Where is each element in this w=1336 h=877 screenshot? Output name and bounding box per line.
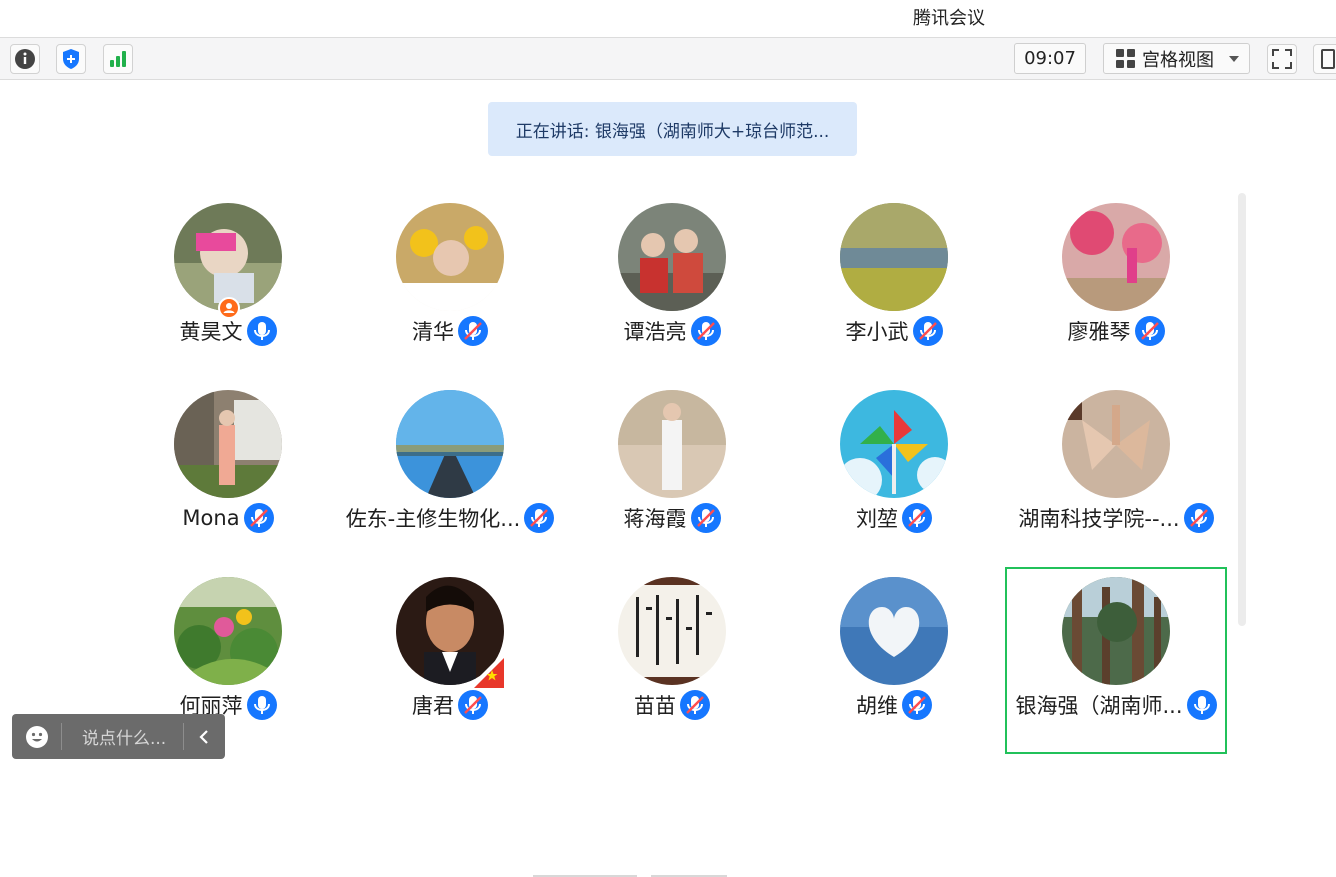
microphone-muted-icon[interactable] xyxy=(1134,316,1165,346)
participant-tile[interactable]: 胡维 xyxy=(783,567,1005,754)
active-speaker-banner: 正在讲话: 银海强（湖南师大+琼台师范... xyxy=(488,102,857,156)
participant-name: 苗苗 xyxy=(634,694,676,718)
participant-name-row: 黄昊文 xyxy=(117,314,339,348)
chat-input-bar[interactable]: 说点什么... xyxy=(12,714,225,759)
participant-name: 胡维 xyxy=(856,694,898,718)
avatar xyxy=(174,203,282,311)
avatar xyxy=(840,577,948,685)
chevron-left-icon[interactable] xyxy=(196,729,212,745)
participant-tile[interactable]: Mona xyxy=(117,380,339,567)
window-button[interactable] xyxy=(1313,44,1336,74)
microphone-muted-icon[interactable] xyxy=(458,316,488,346)
participant-tile[interactable]: 李小武 xyxy=(783,193,1005,380)
participant-tile[interactable]: 苗苗 xyxy=(561,567,783,754)
participant-name-row: 李小武 xyxy=(783,314,1005,348)
participant-name-row: 苗苗 xyxy=(561,688,783,722)
participant-name: 清华 xyxy=(412,320,454,344)
participant-name: 刘堃 xyxy=(856,507,898,531)
avatar xyxy=(840,390,948,498)
participant-name: 廖雅琴 xyxy=(1067,320,1131,344)
participant-name-row: 胡维 xyxy=(783,688,1005,722)
participant-name-row: Mona xyxy=(117,501,339,535)
participant-name: 谭浩亮 xyxy=(623,320,687,344)
participant-name-row: 蒋海霞 xyxy=(561,501,783,535)
security-button[interactable] xyxy=(56,44,86,74)
window-icon xyxy=(1321,49,1335,69)
participant-name: 黄昊文 xyxy=(179,320,243,344)
participant-name-row: 刘堃 xyxy=(783,501,1005,535)
window-title: 腾讯会议 xyxy=(913,8,985,29)
scrollbar[interactable] xyxy=(1238,193,1246,626)
meeting-timer: 09:07 xyxy=(1014,43,1086,74)
shield-icon xyxy=(63,49,79,69)
info-button[interactable] xyxy=(10,44,40,74)
fullscreen-button[interactable] xyxy=(1267,44,1297,74)
avatar xyxy=(1062,203,1170,311)
participant-name: 佐东-主修生物化... xyxy=(345,507,521,531)
avatar xyxy=(618,390,726,498)
participant-name: 湖南科技学院--... xyxy=(1018,507,1180,531)
microphone-icon[interactable] xyxy=(1186,690,1217,720)
microphone-muted-icon[interactable] xyxy=(902,690,932,720)
participant-name-row: 谭浩亮 xyxy=(561,314,783,348)
participant-tile[interactable]: 湖南科技学院--... xyxy=(1005,380,1227,567)
avatar xyxy=(174,390,282,498)
microphone-icon[interactable] xyxy=(246,690,277,720)
microphone-muted-icon[interactable] xyxy=(690,503,721,533)
participant-tile-active-speaker[interactable]: 银海强（湖南师... xyxy=(1005,567,1227,754)
avatar xyxy=(396,203,504,311)
participant-name-row: 廖雅琴 xyxy=(1005,314,1227,348)
avatar xyxy=(618,577,726,685)
microphone-muted-icon[interactable] xyxy=(1183,503,1214,533)
participant-name: Mona xyxy=(182,506,240,530)
title-bar: 腾讯会议 xyxy=(0,0,1336,37)
participant-name: 蒋海霞 xyxy=(623,507,687,531)
avatar xyxy=(396,390,504,498)
avatar xyxy=(840,203,948,311)
participant-tile[interactable]: 谭浩亮 xyxy=(561,193,783,380)
microphone-muted-icon[interactable] xyxy=(912,316,943,346)
participant-tile[interactable]: 清华 xyxy=(339,193,561,380)
participant-name: 银海强（湖南师... xyxy=(1015,694,1183,718)
network-status-button[interactable] xyxy=(103,44,133,74)
microphone-muted-icon[interactable] xyxy=(458,690,488,720)
info-icon xyxy=(15,49,35,69)
grid-view-icon xyxy=(1116,49,1135,68)
active-speaker-text: 正在讲话: 银海强（湖南师大+琼台师范... xyxy=(515,121,830,142)
avatar xyxy=(618,203,726,311)
avatar xyxy=(174,577,282,685)
participant-name-row: 湖南科技学院--... xyxy=(1005,501,1227,535)
participant-tile[interactable]: 廖雅琴 xyxy=(1005,193,1227,380)
view-mode-label: 宫格视图 xyxy=(1142,49,1214,71)
participant-tile[interactable]: 刘堃 xyxy=(783,380,1005,567)
signal-icon xyxy=(110,51,126,67)
meeting-toolbar: 09:07 宫格视图 xyxy=(0,37,1336,80)
participant-tile[interactable]: 黄昊文 xyxy=(117,193,339,380)
microphone-muted-icon[interactable] xyxy=(902,503,932,533)
emoji-icon[interactable] xyxy=(25,725,49,749)
participant-name-row: 清华 xyxy=(339,314,561,348)
microphone-muted-icon[interactable] xyxy=(680,690,710,720)
microphone-muted-icon[interactable] xyxy=(243,503,274,533)
participant-tile[interactable]: 唐君 xyxy=(339,567,561,754)
chevron-down-icon xyxy=(1229,56,1239,62)
participant-name: 李小武 xyxy=(845,320,909,344)
participant-name-row: 佐东-主修生物化... xyxy=(339,501,561,535)
fullscreen-icon xyxy=(1272,49,1292,69)
divider xyxy=(183,723,184,750)
participant-tile[interactable]: 佐东-主修生物化... xyxy=(339,380,561,567)
participant-tile[interactable]: 蒋海霞 xyxy=(561,380,783,567)
view-mode-dropdown[interactable]: 宫格视图 xyxy=(1103,43,1250,74)
microphone-muted-icon[interactable] xyxy=(690,316,721,346)
flag-badge-icon xyxy=(468,652,504,688)
participant-name-row: 唐君 xyxy=(339,688,561,722)
participant-name: 唐君 xyxy=(412,694,454,718)
avatar xyxy=(1062,390,1170,498)
avatar xyxy=(1062,577,1170,685)
microphone-icon[interactable] xyxy=(246,316,277,346)
microphone-muted-icon[interactable] xyxy=(524,503,555,533)
chat-input-placeholder[interactable]: 说点什么... xyxy=(62,724,183,749)
participant-name-row: 银海强（湖南师... xyxy=(1005,688,1227,722)
